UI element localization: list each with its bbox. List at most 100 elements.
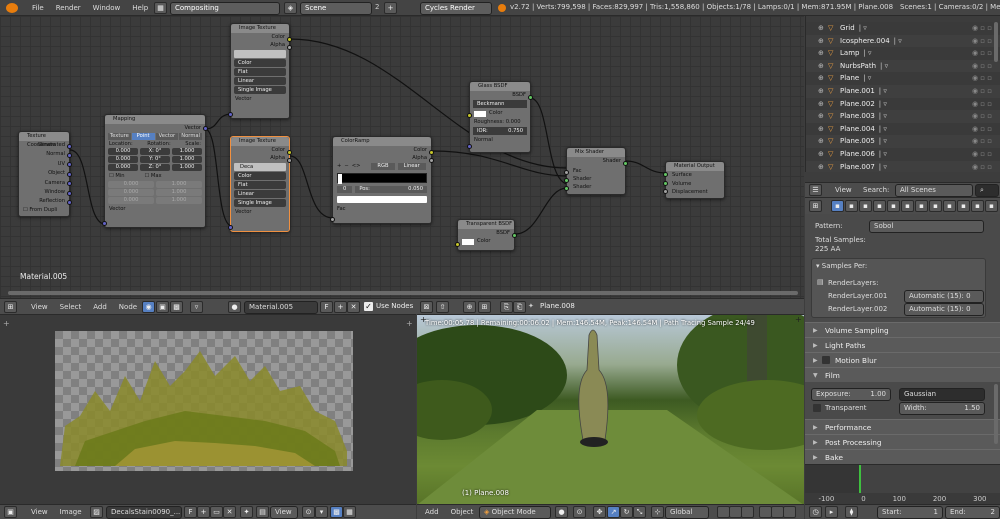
ramp-stop-white[interactable] [338, 174, 342, 184]
node-mix-shader[interactable]: Mix Shader Shader Fac Shader Shader [564, 147, 628, 195]
properties-tab-material-icon[interactable]: ▪ [943, 200, 956, 212]
outliner-item[interactable]: ⊕ ▽ NurbsPath | ▿ ◉ ▫ ▫ [806, 59, 1000, 73]
image-browse-icon[interactable]: ▨ [90, 506, 103, 518]
properties-tab-world-icon[interactable]: ▪ [873, 200, 886, 212]
ramp-remove-button[interactable]: − [344, 163, 348, 170]
view-mode-select[interactable]: View [270, 506, 298, 519]
menu-window[interactable]: Window [87, 1, 127, 15]
sticky-select-icon[interactable]: ▾ [315, 506, 328, 518]
material-browse-icon[interactable]: ● [228, 301, 241, 313]
mapping-field[interactable]: Y: 0° [140, 156, 170, 163]
node-glass-bsdf[interactable]: Glass BSDF BSDF Beckmann Color Roughness… [467, 81, 533, 153]
expand-icon[interactable]: ⊕ [818, 47, 824, 60]
display-mode-select[interactable]: All Scenes [895, 184, 973, 197]
exposure-field[interactable]: Exposure: 1.00 [811, 388, 891, 401]
color-ramp-gradient[interactable] [337, 173, 427, 184]
samples-per-toggle[interactable]: ▾ Samples Per: [816, 262, 867, 270]
screen-layout-field[interactable]: Compositing [170, 2, 280, 15]
mapping-field[interactable]: Z: 0° [140, 164, 170, 171]
menu-select[interactable]: Select [54, 300, 88, 314]
scene-icon[interactable]: ◈ [284, 2, 297, 14]
menu-object[interactable]: Object [445, 505, 480, 519]
socket-shader-out[interactable] [623, 161, 628, 166]
socket-normal-in[interactable] [467, 144, 472, 149]
timeline-menu-icon[interactable]: ▸ [825, 506, 838, 518]
fake-user-button[interactable]: F [184, 506, 197, 518]
outliner[interactable]: ⊕ ▽ Grid | ▿ ◉ ▫ ▫ ⊕ ▽ Icosphere.004 | ▿ ◉ ▫ ▫ ⊕ ▽ L… [805, 16, 1000, 172]
socket-normal[interactable] [67, 153, 72, 158]
expand-icon[interactable]: ⊕ [818, 135, 824, 148]
node-transparent-bsdf[interactable]: Transparent BSDF BSDF Color [455, 219, 517, 251]
current-frame-line[interactable] [859, 465, 861, 493]
visibility-icons[interactable]: ◉ ▫ ▫ [972, 85, 992, 98]
properties-toggle-icon[interactable]: + [406, 319, 413, 328]
socket-fac[interactable] [330, 217, 335, 222]
panel-performance[interactable]: ▶ Performance [805, 419, 1000, 434]
properties-tab-texture-icon[interactable]: ▪ [957, 200, 970, 212]
visibility-icons[interactable]: ◉ ▫ ▫ [972, 135, 992, 148]
socket-camera[interactable] [67, 181, 72, 186]
outliner-item[interactable]: ⊕ ▽ Lamp | ▿ ◉ ▫ ▫ [806, 47, 1000, 60]
menu-help[interactable]: Help [126, 1, 154, 15]
new-material-icon[interactable]: + [334, 301, 347, 313]
outliner-item[interactable]: ⊕ ▽ Plane.007 | ▿ ◉ ▫ ▫ [806, 160, 1000, 172]
expand-icon[interactable]: ⊕ [818, 35, 824, 48]
menu-image[interactable]: Image [54, 505, 88, 519]
socket-alpha[interactable] [287, 45, 292, 50]
toolbar-toggle-icon[interactable]: + [3, 319, 10, 328]
menu-view[interactable]: View [25, 505, 54, 519]
socket-alpha[interactable] [429, 158, 434, 163]
properties-scrollbar[interactable] [994, 384, 998, 444]
panel-bake[interactable]: ▶ Bake [805, 449, 1000, 464]
properties-tab-data-icon[interactable]: ▪ [929, 200, 942, 212]
image-name-field[interactable]: DecalsStain0090_... [106, 506, 182, 519]
expand-icon[interactable]: ⊕ [818, 72, 824, 85]
texture-nodes-icon[interactable]: ▩ [170, 301, 183, 313]
node-material-output[interactable]: Material Output Surface Volume Displacem… [663, 161, 725, 199]
snap-mode-icon[interactable]: ⊞ [478, 301, 491, 313]
mapping-field[interactable]: X: 0° [140, 148, 170, 155]
texture-option-select[interactable]: Color [234, 172, 286, 180]
fake-user-button[interactable]: F [320, 301, 333, 313]
pin-image-icon[interactable]: ✦ [240, 506, 253, 518]
visibility-icons[interactable]: ◉ ▫ ▫ [972, 123, 992, 136]
ramp-add-button[interactable]: + [337, 163, 341, 170]
outliner-item[interactable]: ⊕ ▽ Plane.002 | ▿ ◉ ▫ ▫ [806, 97, 1000, 111]
socket-alpha[interactable] [287, 158, 292, 163]
texture-option-select[interactable]: Linear [234, 77, 286, 85]
snap-icon[interactable]: ⊕ [463, 301, 476, 313]
transparent-color-swatch[interactable] [462, 238, 474, 245]
search-input[interactable]: ⌕ [975, 184, 999, 197]
visibility-icons[interactable]: ◉ ▫ ▫ [972, 60, 992, 73]
compositing-nodes-icon[interactable]: ▣ [156, 301, 169, 313]
menu-render[interactable]: Render [50, 1, 87, 15]
tab-texture[interactable]: Texture [108, 133, 131, 140]
in-roughness[interactable]: Roughness: 0.000 [470, 118, 530, 126]
mapping-field[interactable]: 1.000 [172, 148, 202, 155]
visibility-icons[interactable]: ◉ ▫ ▫ [972, 110, 992, 123]
mesh-data-icon[interactable]: | ▿ [879, 87, 887, 95]
manipulator-icon[interactable]: ✥ [593, 506, 606, 518]
node-texture-coordinate[interactable]: Texture Coordinate Generated Normal UV O… [18, 131, 72, 217]
expand-icon[interactable]: ⊕ [818, 123, 824, 136]
expand-icon[interactable]: ⊕ [818, 98, 824, 111]
node-image-texture-1[interactable]: Image Texture Color Alpha Color Flat Linea… [228, 23, 292, 119]
editor-type-icon[interactable]: ☰ [809, 184, 822, 196]
mesh-data-icon[interactable]: | ▿ [879, 125, 887, 133]
menu-file[interactable]: File [26, 1, 50, 15]
display-channels-icon[interactable]: ▦ [343, 506, 356, 518]
mesh-data-icon[interactable]: | ▿ [863, 74, 871, 82]
node-image-texture-2[interactable]: Image Texture Color Alpha Deca Color Flat… [228, 136, 292, 232]
texture-option-select[interactable]: Single Image [234, 86, 286, 94]
tab-vector[interactable]: Vector [155, 133, 179, 140]
menu-view[interactable]: View [25, 300, 54, 314]
open-image-icon[interactable]: ▭ [210, 506, 223, 518]
ramp-mode-select[interactable]: RGB [371, 163, 395, 170]
tab-point[interactable]: Point [131, 133, 155, 140]
layer-icon-3[interactable] [741, 506, 754, 518]
ramp-pos-field[interactable]: Pos: 0.050 [355, 186, 427, 193]
expand-icon[interactable]: ⊕ [818, 22, 824, 35]
mesh-data-icon[interactable]: | ▿ [894, 37, 902, 45]
ramp-stop-index[interactable]: 0 [337, 186, 353, 193]
menu-add[interactable]: Add [419, 505, 445, 519]
